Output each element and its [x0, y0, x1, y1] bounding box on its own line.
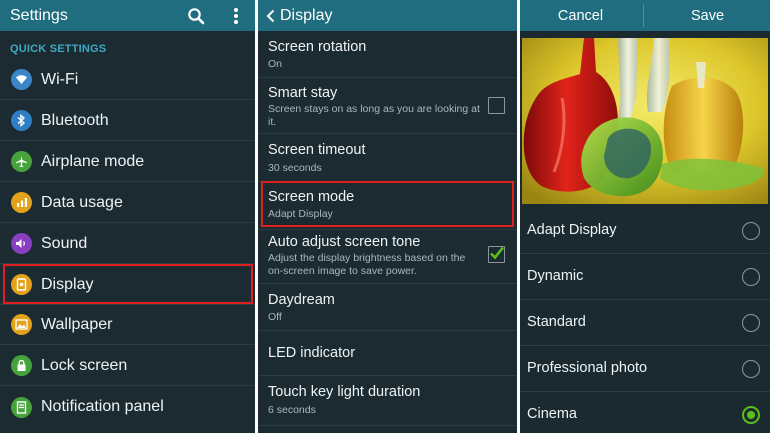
item-title: Daydream — [268, 292, 335, 308]
settings-item-notification-panel[interactable]: Notification panel — [0, 387, 255, 427]
selection-highlight-screen-mode — [261, 181, 514, 227]
settings-item-label: Bluetooth — [41, 111, 109, 129]
selection-highlight-display — [3, 264, 253, 304]
option-label: Standard — [527, 314, 586, 330]
sound-icon — [11, 233, 32, 254]
settings-item-label: Wi-Fi — [41, 70, 79, 88]
radio-cinema[interactable] — [742, 406, 760, 424]
radio-adapt-display[interactable] — [742, 222, 760, 240]
item-title: Smart stay — [268, 85, 338, 101]
option-cinema[interactable]: Cinema — [520, 392, 770, 433]
settings-item-wallpaper[interactable]: Wallpaper — [0, 305, 255, 345]
option-label: Dynamic — [527, 268, 584, 284]
item-summary: Screen stays on as long as you are looki… — [268, 103, 480, 128]
display-item-auto-adjust-screen-tone[interactable]: Auto adjust screen tone Adjust the displ… — [258, 230, 517, 284]
option-adapt-display[interactable]: Adapt Display — [520, 208, 770, 254]
radio-standard[interactable] — [742, 314, 760, 332]
settings-item-wifi[interactable]: Wi-Fi — [0, 60, 255, 100]
item-summary: 6 seconds — [268, 404, 316, 416]
item-summary: 30 seconds — [268, 162, 322, 174]
cancel-button[interactable]: Cancel — [520, 0, 641, 31]
item-summary: Off — [268, 311, 282, 323]
section-header-quick-settings: QUICK SETTINGS — [10, 43, 107, 55]
settings-item-bluetooth[interactable]: Bluetooth — [0, 101, 255, 141]
display-item-touch-key-light-duration[interactable]: Touch key light duration 6 seconds — [258, 376, 517, 426]
screen-mode-action-bar: Cancel Save — [520, 0, 770, 31]
radio-professional-photo[interactable] — [742, 360, 760, 378]
preview-image — [522, 38, 768, 204]
display-item-smart-stay[interactable]: Smart stay Screen stays on as long as yo… — [258, 78, 517, 134]
search-icon[interactable] — [180, 0, 212, 31]
item-summary: On — [268, 58, 283, 70]
wallpaper-icon — [11, 314, 32, 335]
display-item-screen-rotation[interactable]: Screen rotation On — [258, 31, 517, 78]
radio-dynamic[interactable] — [742, 268, 760, 286]
save-button[interactable]: Save — [645, 0, 770, 31]
data-usage-icon — [11, 192, 32, 213]
settings-item-label: Data usage — [41, 193, 123, 211]
display-title: Display — [280, 7, 333, 24]
display-item-led-indicator[interactable]: LED indicator — [258, 331, 517, 376]
notification-icon — [11, 396, 32, 418]
option-label: Cinema — [527, 406, 577, 422]
settings-action-bar: Settings — [0, 0, 255, 31]
settings-item-sound[interactable]: Sound — [0, 224, 255, 264]
settings-item-label: Wallpaper — [41, 315, 113, 333]
airplane-icon — [11, 151, 32, 172]
item-title: Auto adjust screen tone — [268, 234, 421, 250]
item-title: LED indicator — [268, 345, 356, 361]
item-title: Touch key light duration — [268, 384, 421, 400]
option-dynamic[interactable]: Dynamic — [520, 254, 770, 300]
display-action-bar: Display — [258, 0, 517, 31]
auto-adjust-checkbox[interactable] — [488, 246, 505, 263]
option-label: Adapt Display — [527, 222, 617, 238]
settings-title: Settings — [10, 6, 68, 24]
settings-item-label: Notification panel — [41, 398, 164, 415]
settings-panel: Settings QUICK SETTINGS Wi-Fi Bluetooth … — [0, 0, 255, 433]
settings-item-lock-screen[interactable]: Lock screen — [0, 346, 255, 386]
smart-stay-checkbox[interactable] — [488, 97, 505, 114]
settings-item-label: Lock screen — [41, 356, 128, 374]
option-standard[interactable]: Standard — [520, 300, 770, 346]
screen-mode-panel: Cancel Save Adapt Display Dynamic Standa… — [520, 0, 770, 433]
display-item-daydream[interactable]: Daydream Off — [258, 284, 517, 331]
settings-item-label: Sound — [41, 234, 88, 252]
option-label: Professional photo — [527, 360, 648, 376]
settings-item-data-usage[interactable]: Data usage — [0, 183, 255, 223]
display-panel: Display Screen rotation On Smart stay Sc… — [258, 0, 517, 433]
settings-item-label: Airplane mode — [41, 152, 145, 170]
option-professional-photo[interactable]: Professional photo — [520, 346, 770, 392]
more-options-icon[interactable] — [223, 0, 249, 31]
wifi-icon — [11, 69, 32, 90]
item-title: Screen rotation — [268, 39, 367, 55]
item-summary: Adjust the display brightness based on t… — [268, 252, 466, 277]
display-item-screen-timeout[interactable]: Screen timeout 30 seconds — [258, 134, 517, 182]
item-title: Screen timeout — [268, 142, 366, 158]
bluetooth-icon — [11, 110, 32, 131]
action-bar-divider — [643, 4, 644, 27]
back-chevron-icon[interactable] — [262, 0, 278, 31]
settings-item-airplane-mode[interactable]: Airplane mode — [0, 142, 255, 182]
lock-icon — [11, 355, 32, 376]
